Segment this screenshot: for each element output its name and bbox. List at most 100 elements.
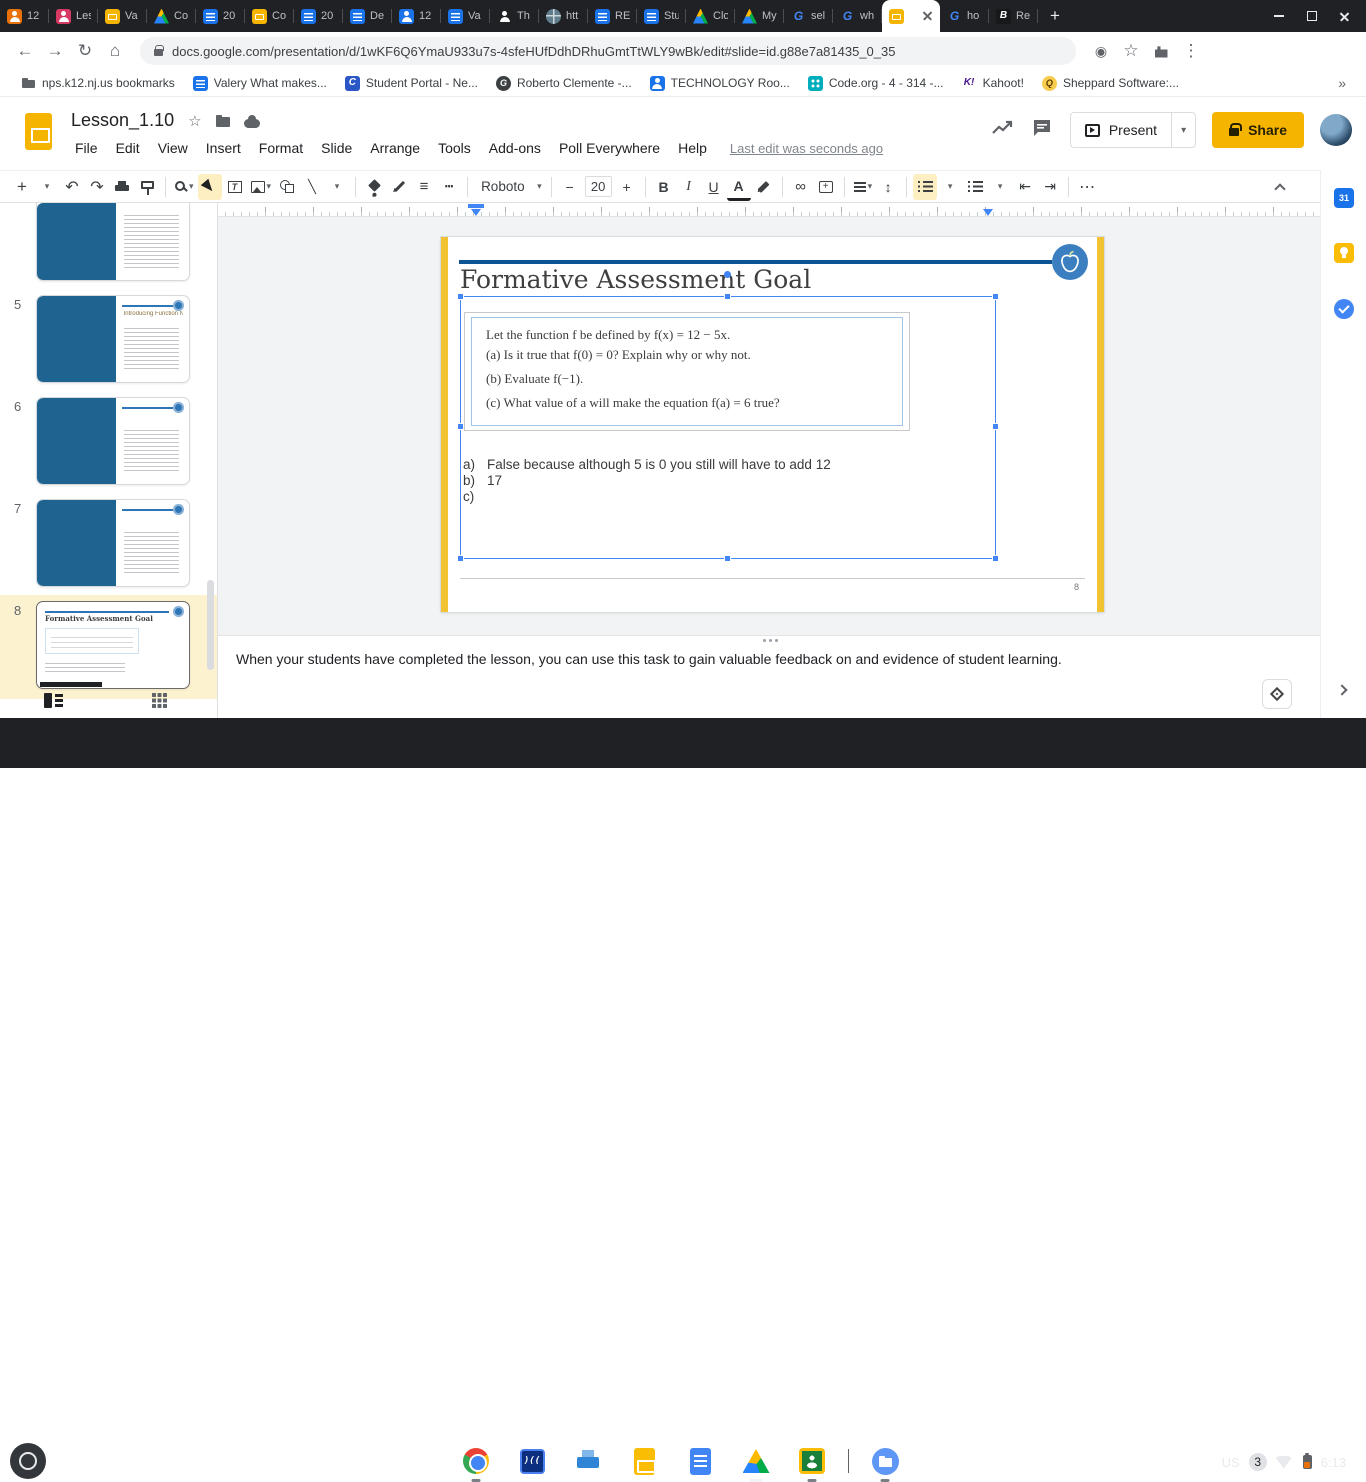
menu-item[interactable]: Insert [197,137,250,159]
new-tab-button[interactable]: + [1041,2,1069,30]
font-family-select[interactable]: Roboto [474,174,545,200]
shelf-app-separator[interactable] [848,1449,849,1473]
zoom-icon[interactable] [172,174,197,200]
resize-handle[interactable] [992,423,999,430]
window-restore-icon[interactable] [1306,11,1317,22]
browser-tab[interactable]: G sel [784,0,833,32]
menu-item[interactable]: Help [669,137,716,159]
problem-image[interactable]: Let the function f be defined by f(x) = … [464,312,910,431]
browser-tab[interactable]: Clo [686,0,735,32]
rotation-handle[interactable] [724,271,731,278]
insert-line-icon[interactable] [300,174,324,200]
bold-icon[interactable] [652,174,676,200]
resize-handle[interactable] [457,423,464,430]
back-icon[interactable] [10,36,40,66]
new-slide-dropdown-icon[interactable] [35,174,59,200]
window-minimize-icon[interactable] [1273,11,1284,22]
bookmark-item[interactable]: G Roberto Clemente -... [487,72,641,94]
browser-tab[interactable]: 20 [196,0,245,32]
select-cursor-icon[interactable] [198,174,222,200]
browser-tab[interactable]: De [343,0,392,32]
decrease-indent-icon[interactable] [1013,174,1037,200]
menu-item[interactable]: File [66,137,107,159]
speaker-notes-text[interactable]: When your students have completed the le… [236,651,1196,667]
document-title[interactable]: Lesson_1.10 [71,110,174,131]
filmstrip-view-icon[interactable] [44,693,63,708]
bulleted-list-dropdown-icon[interactable] [988,174,1012,200]
insert-image-icon[interactable] [248,174,275,200]
browser-tab[interactable]: G ho [940,0,989,32]
reload-icon[interactable] [70,36,100,66]
ruler-left-indent-marker[interactable] [471,209,481,221]
share-button[interactable]: Share [1212,112,1304,148]
browser-tab[interactable]: G wh [833,0,882,32]
keyboard-layout-label[interactable]: US [1222,1455,1240,1470]
align-icon[interactable] [851,174,876,200]
url-text[interactable]: docs.google.com/presentation/d/1wKF6Q6Ym… [172,44,895,59]
insert-link-icon[interactable] [789,174,813,200]
bookmark-item[interactable]: C Student Portal - Ne... [336,72,487,94]
browser-tab[interactable]: Va [441,0,490,32]
shelf-app-docs[interactable] [686,1447,714,1475]
status-tray[interactable]: US 3 6:13 [1208,1442,1360,1482]
border-weight-icon[interactable] [412,174,436,200]
home-icon[interactable] [100,36,130,66]
menu-item[interactable]: Slide [312,137,361,159]
shelf-app-print[interactable] [574,1447,602,1475]
ruler-right-indent-marker[interactable] [983,209,993,221]
increase-indent-icon[interactable] [1038,174,1062,200]
slide-thumbnail-row[interactable]: 8 Formative Assessment Goal [0,595,217,699]
filmstrip-scroll-indicator[interactable] [40,682,102,687]
browser-tab[interactable]: Les [49,0,98,32]
print-icon[interactable] [110,174,134,200]
present-button[interactable]: Present [1070,112,1172,148]
insert-shape-icon[interactable] [275,174,299,200]
resize-handle[interactable] [724,555,731,562]
browser-tab[interactable]: RE [588,0,637,32]
bookmark-item[interactable]: Code.org - 4 - 314 -... [799,72,953,94]
shelf-app-chrome[interactable] [462,1447,490,1475]
paint-format-icon[interactable] [135,174,159,200]
slide-thumbnail-row[interactable]: 5 Introducing Function Notation [0,295,217,383]
underline-icon[interactable] [702,174,726,200]
browser-tab[interactable]: 20 [294,0,343,32]
resize-handle[interactable] [724,293,731,300]
redo-icon[interactable] [85,174,109,200]
answers-list[interactable]: a) False because although 5 is 0 you sti… [463,457,831,505]
resize-handle[interactable] [457,293,464,300]
slide-title-text[interactable]: Formative Assessment Goal [460,265,811,294]
new-slide-button[interactable] [10,174,34,200]
launcher-button[interactable] [10,1443,46,1479]
activity-trend-icon[interactable] [990,116,1014,145]
text-box-icon[interactable] [223,174,247,200]
comment-history-icon[interactable] [1030,116,1054,145]
notes-resize-handle[interactable] [769,639,772,642]
clock-label[interactable]: 6:13 [1321,1455,1346,1470]
tab-close-icon[interactable] [923,11,933,21]
numbered-list-dropdown-icon[interactable] [938,174,962,200]
resize-handle[interactable] [992,293,999,300]
border-dash-icon[interactable] [437,174,461,200]
add-comment-icon[interactable] [814,174,838,200]
last-edit-status[interactable]: Last edit was seconds ago [730,141,883,156]
font-size-increase-icon[interactable] [615,174,639,200]
filmstrip-scrollbar[interactable] [207,580,214,670]
slide-thumbnail[interactable] [36,499,190,587]
resize-handle[interactable] [457,555,464,562]
slide-thumbnail[interactable] [36,397,190,485]
shelf-app-files[interactable] [871,1447,899,1475]
more-options-icon[interactable] [1075,174,1099,200]
bookmark-item[interactable]: nps.k12.nj.us bookmarks [12,72,184,94]
border-color-icon[interactable] [387,174,411,200]
browser-tab[interactable]: htt [539,0,588,32]
extensions-icon[interactable] [1146,36,1176,66]
horizontal-ruler[interactable] [218,203,1320,217]
slides-logo-icon[interactable] [25,113,52,150]
shelf-app-wave[interactable] [518,1447,546,1475]
speaker-notes-panel[interactable]: When your students have completed the le… [218,635,1320,718]
shelf-app-drive[interactable] [742,1447,770,1475]
italic-icon[interactable] [677,174,701,200]
bulleted-list-icon[interactable] [963,174,987,200]
ruler-first-line-indent-marker[interactable] [468,204,484,208]
slide-thumbnail-row[interactable]: 7 [0,499,217,587]
